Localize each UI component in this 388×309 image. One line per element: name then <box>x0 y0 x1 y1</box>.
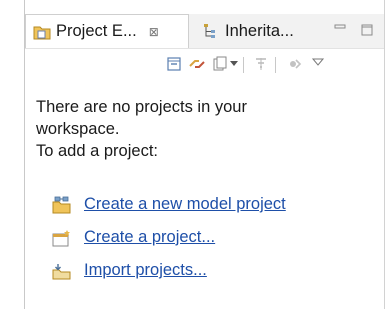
right-border <box>384 0 385 309</box>
filter-icon[interactable] <box>253 56 269 72</box>
import-projects-link[interactable]: Import projects... <box>84 261 207 280</box>
create-project-link[interactable]: Create a project... <box>84 228 215 247</box>
view-tab-bar: Project E... ⊠ Inherita... <box>25 14 384 49</box>
import-projects-row: Import projects... <box>52 254 286 287</box>
new-project-icon <box>52 229 70 246</box>
disabled-action-icon[interactable] <box>287 56 303 72</box>
create-model-project-row: Create a new model project <box>52 188 286 221</box>
add-project-links: Create a new model project Create a proj… <box>52 188 286 287</box>
message-line: workspace. <box>36 120 120 138</box>
message-line: To add a project: <box>36 142 158 160</box>
toolbar-separator <box>243 57 244 73</box>
new-model-project-icon <box>52 196 71 213</box>
project-explorer-icon <box>33 26 51 39</box>
tab-inheritance[interactable]: Inherita... <box>195 14 305 48</box>
tab-label-project-explorer: Project E... <box>56 22 137 40</box>
view-toolbar <box>25 49 384 79</box>
collapse-all-icon[interactable] <box>166 56 182 72</box>
view-menu-icon[interactable] <box>312 58 324 68</box>
inheritance-icon <box>204 24 215 38</box>
tab-label-inheritance: Inherita... <box>225 21 294 40</box>
import-projects-icon <box>52 263 71 279</box>
create-project-row: Create a project... <box>52 221 286 254</box>
empty-workspace-message: There are no projects in your workspace.… <box>36 96 376 162</box>
create-new-model-project-link[interactable]: Create a new model project <box>84 195 286 214</box>
chevron-down-icon[interactable] <box>230 61 238 67</box>
window-controls <box>333 23 374 37</box>
maximize-icon[interactable] <box>360 23 374 37</box>
tab-project-explorer[interactable]: Project E... ⊠ <box>25 14 189 48</box>
close-icon[interactable]: ⊠ <box>149 26 159 38</box>
minimize-icon[interactable] <box>333 23 347 37</box>
message-line: There are no projects in your <box>36 98 247 116</box>
toolbar-separator <box>275 57 276 73</box>
link-with-editor-icon[interactable] <box>188 56 206 72</box>
view-menu-dropdown-icon[interactable] <box>212 56 228 72</box>
